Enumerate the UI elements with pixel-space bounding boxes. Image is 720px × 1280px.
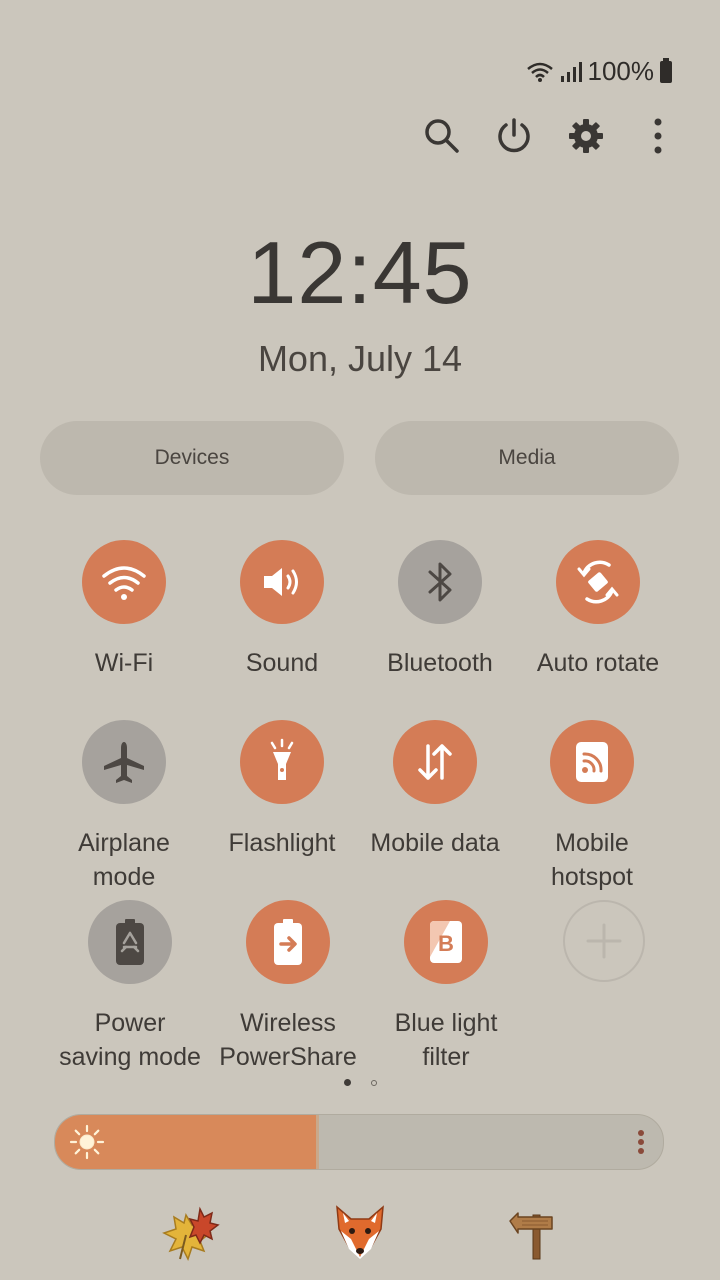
header-actions <box>420 110 680 162</box>
power-icon[interactable] <box>492 110 536 162</box>
sound-icon <box>264 568 298 596</box>
page-indicator <box>0 1079 720 1086</box>
tile-auto-rotate[interactable]: Auto rotate <box>523 540 673 680</box>
hotspot-icon <box>576 742 608 782</box>
tile-label: Mobile data <box>370 829 500 857</box>
sun-icon <box>69 1124 105 1160</box>
tile-add[interactable] <box>529 900 679 982</box>
blue-light-filter-icon: B <box>430 921 462 963</box>
tile-label: Wi-Fi <box>94 649 154 677</box>
power-saving-toggle[interactable] <box>88 900 172 984</box>
mobile-data-toggle[interactable] <box>393 720 477 804</box>
media-button[interactable]: Media <box>375 421 679 495</box>
add-icon <box>586 923 622 959</box>
auto-rotate-toggle[interactable] <box>556 540 640 624</box>
page-dot-active <box>343 1079 351 1086</box>
mobile-data-icon <box>418 744 452 780</box>
tile-mobile-data[interactable]: Mobile data <box>360 720 510 860</box>
more-options-icon[interactable] <box>636 110 680 162</box>
battery-percent: 100% <box>587 56 655 86</box>
airplane-icon <box>104 742 144 783</box>
auto-rotate-icon <box>577 560 619 604</box>
search-icon[interactable] <box>420 110 464 162</box>
status-bar: 100% <box>526 56 672 87</box>
tile-label: Power saving mode <box>59 1009 201 1071</box>
tile-label: Flashlight <box>228 829 336 857</box>
autumn-leaves-icon[interactable] <box>156 1198 226 1268</box>
tile-label: Auto rotate <box>536 649 660 677</box>
bluetooth-icon <box>428 562 452 602</box>
tile-label: Sound <box>245 649 319 677</box>
svg-text:B: B <box>438 931 454 956</box>
flashlight-toggle[interactable] <box>240 720 324 804</box>
signpost-icon[interactable] <box>495 1198 565 1268</box>
wireless-powershare-toggle[interactable] <box>246 900 330 984</box>
clock-date: Mon, July 14 <box>257 338 463 379</box>
power-saving-icon <box>116 919 144 965</box>
tile-flashlight[interactable]: Flashlight <box>207 720 357 860</box>
tile-power-saving[interactable]: Power saving mode <box>55 900 205 1074</box>
tile-blue-light-filter[interactable]: B Blue light filter <box>371 900 521 1074</box>
tile-label: Airplane mode <box>78 829 170 891</box>
wifi-icon <box>102 566 146 600</box>
brightness-slider[interactable] <box>54 1114 664 1170</box>
battery-icon <box>660 57 672 83</box>
settings-icon[interactable] <box>564 110 608 162</box>
tile-wifi[interactable]: Wi-Fi <box>49 540 199 680</box>
tile-label: Bluetooth <box>387 649 493 677</box>
tile-mobile-hotspot[interactable]: Mobile hotspot <box>517 720 667 894</box>
brightness-more-icon[interactable] <box>637 1129 645 1155</box>
signal-icon <box>560 61 582 82</box>
clock-time: 12:45 <box>247 223 473 322</box>
sound-toggle[interactable] <box>240 540 324 624</box>
tile-label: Mobile hotspot <box>550 829 633 891</box>
tile-bluetooth[interactable]: Bluetooth <box>365 540 515 680</box>
tile-airplane-mode[interactable]: Airplane mode <box>49 720 199 894</box>
wifi-toggle[interactable] <box>82 540 166 624</box>
bluetooth-toggle[interactable] <box>398 540 482 624</box>
wifi-status-icon <box>526 62 553 82</box>
devices-button[interactable]: Devices <box>40 421 344 495</box>
hotspot-toggle[interactable] <box>550 720 634 804</box>
tile-sound[interactable]: Sound <box>207 540 357 680</box>
tile-label: Blue light filter <box>394 1009 498 1071</box>
add-tile-button[interactable] <box>563 900 645 982</box>
flashlight-icon <box>270 738 294 780</box>
tile-label: Wireless PowerShare <box>219 1009 357 1071</box>
wireless-powershare-icon <box>274 919 302 965</box>
tile-wireless-powershare[interactable]: Wireless PowerShare <box>213 900 363 1074</box>
fox-icon[interactable] <box>325 1198 395 1268</box>
airplane-toggle[interactable] <box>82 720 166 804</box>
page-dot-inactive <box>370 1080 377 1086</box>
blue-light-filter-toggle[interactable]: B <box>404 900 488 984</box>
